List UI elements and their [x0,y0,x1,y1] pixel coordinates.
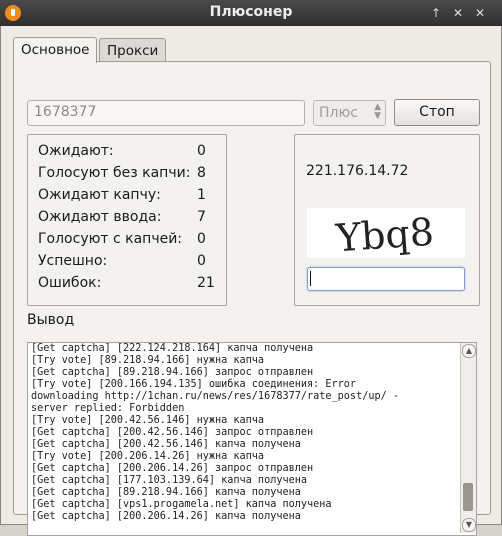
stat-value: 7 [197,209,206,225]
stat-row: Голосуют с капчей: 0 [38,231,234,253]
log-line: [Get captcha] [200.206.14.26] запрос отп… [31,463,314,474]
main-window: Основное Прокси 1678377 Плюс ▲ ▼ Стоп Ожи… [0,26,502,536]
log-line: [Get captcha] [200.42.56.146] запрос отп… [31,427,314,438]
mode-select[interactable]: Плюс ▲ ▼ [313,100,386,126]
log-line: downloading http://1chan.ru/news/res/167… [31,391,400,402]
tab-panel-main: 1678377 Плюс ▲ ▼ Стоп Ожидают: 0 Голосуют … [13,61,491,536]
stat-row: Ожидают ввода: 7 [38,209,234,231]
stat-value: 0 [197,253,206,269]
window-title: Плюсонер [209,4,293,20]
stat-label: Ошибок: [38,275,102,291]
stats-frame: Ожидают: 0 Голосуют без капчи: 8 Ожидают к… [27,134,227,306]
tab-proxy[interactable]: Прокси [99,38,167,63]
log-line: [Get captcha] [89.218.94.166] капча полу… [31,487,301,498]
log-lines: [Get captcha] [222.124.218.164] капча по… [28,343,460,523]
stop-button[interactable]: Стоп [394,99,480,126]
title-bar: Плюсонер ↑ ✕ ✕ [0,0,502,26]
stat-value: 0 [197,143,206,159]
captcha-text: Ybq8 [334,210,436,258]
scroll-down-icon[interactable]: ▼ [462,518,476,532]
stat-row: Ожидают: 0 [38,143,234,165]
scroll-up-icon[interactable]: ▲ [462,344,476,358]
thread-id-value: 1678377 [34,104,97,120]
scrollbar-thumb[interactable] [463,483,473,511]
stat-row: Успешно: 0 [38,253,234,275]
stat-label: Ожидают капчу: [38,187,161,203]
tab-main[interactable]: Основное [13,37,98,63]
log-scrollbar[interactable]: ▲ ▼ [460,343,476,533]
proxy-ip: 221.176.14.72 [306,163,409,179]
captcha-frame: 221.176.14.72 Ybq8 [294,134,480,306]
log-line: [Get captcha] [222.124.218.164] капча по… [31,343,314,354]
stat-value: 8 [197,165,206,181]
log-line: [Try vote] [89.218.94.166] нужна капча [31,355,265,366]
maximize-icon[interactable]: ↑ [428,4,444,22]
stat-label: Ожидают: [38,143,114,159]
stat-value: 1 [197,187,206,203]
stat-row: Ожидают капчу: 1 [38,187,234,209]
log-line: [Try vote] [200.206.14.26] нужна капча [31,451,265,462]
stat-label: Голосуют с капчей: [38,231,183,247]
stat-row: Ошибок: 21 [38,275,234,297]
stat-value: 21 [197,275,215,291]
stat-label: Ожидают ввода: [38,209,162,225]
text-cursor [310,271,311,286]
log-line: [Get captcha] [200.42.56.146] капча полу… [31,439,301,450]
minimize-icon[interactable]: ✕ [450,4,466,22]
captcha-input[interactable] [307,267,465,291]
log-line: [Try vote] [200.166.194.135] ошибка соед… [31,379,357,390]
log-line: [Get captcha] [vps1.progamela.net] капча… [31,499,332,510]
close-icon[interactable]: ✕ [472,4,488,22]
captcha-image: Ybq8 [307,208,465,260]
output-log[interactable]: [Get captcha] [222.124.218.164] капча по… [27,342,477,536]
thread-id-input[interactable]: 1678377 [27,100,305,126]
log-line: [Get captcha] [89.218.94.166] запрос отп… [31,367,314,378]
output-label: Вывод [27,312,75,328]
log-line: [Get captcha] [200.206.14.26] капча полу… [31,511,301,522]
updown-arrows-icon: ▲ ▼ [374,102,381,121]
stat-value: 0 [197,231,206,247]
stat-label: Голосуют без капчи: [38,165,191,181]
mode-select-value: Плюс [319,105,358,121]
log-line: [Try vote] [200.42.56.146] нужна капча [31,415,265,426]
log-line: server replied: Forbidden [31,403,185,414]
stat-row: Голосуют без капчи: 8 [38,165,234,187]
stat-label: Успешно: [38,253,108,269]
log-line: [Get captcha] [177.103.139.64] капча пол… [31,475,308,486]
